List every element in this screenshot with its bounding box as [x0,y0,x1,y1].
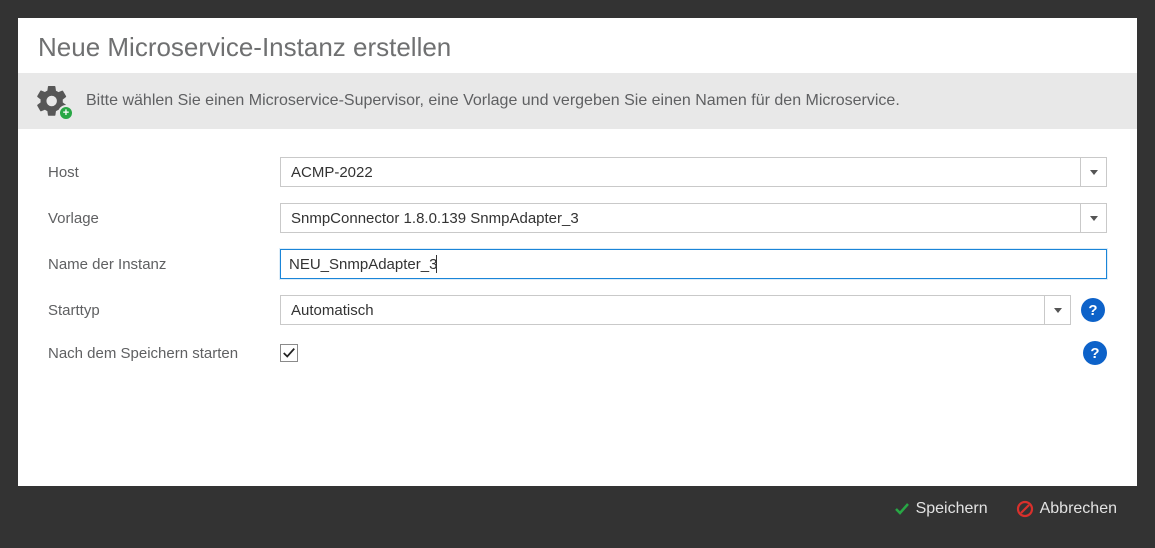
help-icon[interactable]: ? [1081,298,1105,322]
dialog-footer: Speichern Abbrechen [18,488,1137,530]
checkmark-icon [894,501,910,517]
cancel-button[interactable]: Abbrechen [1016,500,1117,518]
info-text: Bitte wählen Sie einen Microservice-Supe… [86,92,900,110]
help-icon[interactable]: ? [1083,341,1107,365]
template-value: SnmpConnector 1.8.0.139 SnmpAdapter_3 [281,210,1080,227]
chevron-down-icon [1054,308,1062,313]
save-label: Speichern [916,500,988,518]
cancel-label: Abbrechen [1040,500,1117,518]
row-instance-name: Name der Instanz NEU_SnmpAdapter_3 [48,249,1107,279]
row-template: Vorlage SnmpConnector 1.8.0.139 SnmpAdap… [48,203,1107,233]
row-host: Host ACMP-2022 [48,157,1107,187]
chevron-down-icon [1090,170,1098,175]
label-start-after-save: Nach dem Speichern starten [48,345,280,362]
label-template: Vorlage [48,210,280,227]
gear-plus-icon: + [32,83,72,119]
start-type-dropdown-button[interactable] [1044,296,1070,324]
info-bar: + Bitte wählen Sie einen Microservice-Su… [18,73,1137,129]
label-start-type: Starttyp [48,302,280,319]
chevron-down-icon [1090,216,1098,221]
plus-badge-icon: + [58,105,74,121]
host-value: ACMP-2022 [281,164,1080,181]
label-instance-name: Name der Instanz [48,256,280,273]
start-type-dropdown[interactable]: Automatisch [280,295,1071,325]
host-dropdown-button[interactable] [1080,158,1106,186]
start-type-value: Automatisch [281,302,1044,319]
cancel-icon [1016,500,1034,518]
check-icon [282,346,296,360]
row-start-after-save: Nach dem Speichern starten ? [48,341,1107,365]
form: Host ACMP-2022 Vorlage SnmpConnector 1.8… [18,129,1137,375]
save-button[interactable]: Speichern [894,500,988,518]
modal-dialog: Neue Microservice-Instanz erstellen + Bi… [18,18,1137,486]
template-dropdown-button[interactable] [1080,204,1106,232]
modal-title: Neue Microservice-Instanz erstellen [18,18,1137,73]
start-after-save-checkbox[interactable] [280,344,298,362]
instance-name-value: NEU_SnmpAdapter_3 [289,256,437,273]
template-dropdown[interactable]: SnmpConnector 1.8.0.139 SnmpAdapter_3 [280,203,1107,233]
text-caret [436,255,437,273]
instance-name-input[interactable]: NEU_SnmpAdapter_3 [280,249,1107,279]
label-host: Host [48,164,280,181]
row-start-type: Starttyp Automatisch ? [48,295,1107,325]
host-dropdown[interactable]: ACMP-2022 [280,157,1107,187]
